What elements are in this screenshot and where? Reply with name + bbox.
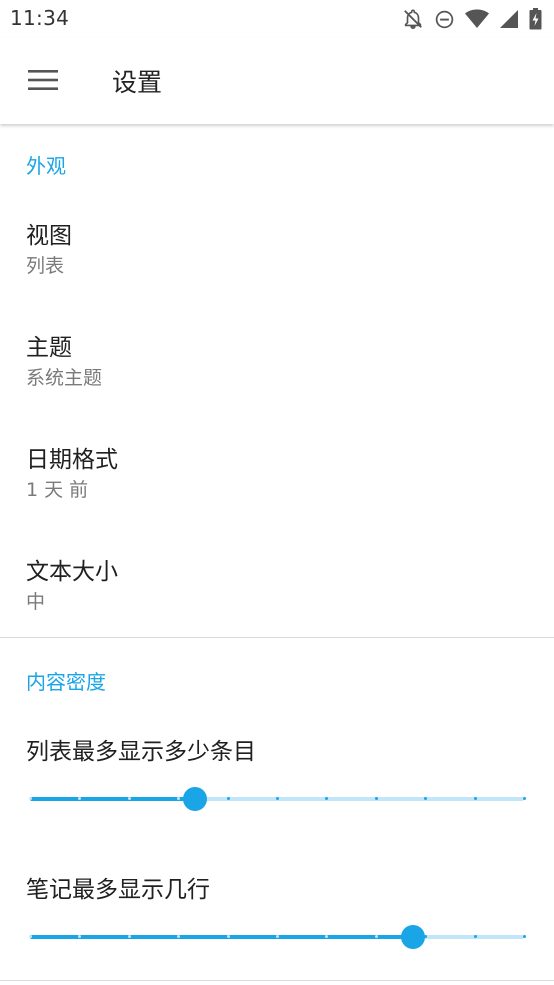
- menu-button[interactable]: [18, 58, 68, 102]
- wifi-icon: [465, 9, 489, 29]
- pref-view[interactable]: 视图 列表: [0, 198, 554, 310]
- pref-note-max-lines: 笔记最多显示几行: [0, 870, 554, 985]
- slider-tick: [473, 935, 477, 938]
- pref-summary: 列表: [26, 255, 65, 277]
- slider-thumb[interactable]: [400, 925, 425, 949]
- pref-title: 文本大小: [26, 559, 118, 585]
- status-time: 11:34: [10, 6, 70, 30]
- slider-tick: [127, 797, 131, 800]
- pref-title: 日期格式: [26, 447, 118, 473]
- app-bar: 设置: [0, 38, 554, 124]
- section-header-appearance: 外观: [26, 154, 66, 178]
- slider-title: 笔记最多显示几行: [26, 877, 210, 903]
- do-not-disturb-icon: [434, 9, 455, 30]
- slider-tick: [127, 935, 131, 938]
- slider-title: 列表最多显示多少条目: [26, 739, 256, 765]
- notifications-off-icon: [402, 8, 424, 30]
- slider-tick: [523, 935, 526, 938]
- slider-tick: [226, 797, 230, 800]
- battery-charging-icon: [529, 8, 542, 30]
- pref-title: 视图: [26, 223, 72, 249]
- slider-tick: [29, 797, 32, 800]
- section-divider: [0, 637, 554, 638]
- slider-tick: [374, 797, 378, 800]
- slider-tick: [523, 797, 526, 800]
- pref-summary: 系统主题: [26, 367, 103, 389]
- status-bar: 11:34: [0, 0, 554, 38]
- hamburger-menu-icon: [28, 70, 58, 90]
- slider-track-fill: [30, 797, 195, 801]
- note-max-lines-slider[interactable]: [29, 922, 526, 952]
- bottom-divider: [0, 980, 554, 981]
- slider-thumb[interactable]: [182, 787, 207, 811]
- list-max-items-slider[interactable]: [29, 784, 526, 814]
- slider-tick: [276, 935, 279, 938]
- pref-theme[interactable]: 主题 系统主题: [0, 310, 554, 422]
- slider-tick: [226, 935, 230, 938]
- section-header-density: 内容密度: [26, 670, 106, 694]
- page-title: 设置: [112, 68, 163, 97]
- pref-text-size[interactable]: 文本大小 中: [0, 534, 554, 646]
- slider-tick: [374, 935, 378, 938]
- slider-tick: [276, 797, 279, 800]
- cellular-signal-icon: [499, 9, 519, 29]
- status-icons: [402, 8, 542, 30]
- pref-summary: 中: [26, 591, 46, 613]
- slider-tick: [29, 935, 32, 938]
- pref-date-format[interactable]: 日期格式 1 天 前: [0, 422, 554, 534]
- pref-list-max-items: 列表最多显示多少条目: [0, 732, 554, 862]
- pref-title: 主题: [26, 335, 72, 361]
- slider-track-fill: [30, 935, 413, 939]
- slider-tick: [473, 797, 477, 800]
- pref-summary: 1 天 前: [26, 479, 89, 501]
